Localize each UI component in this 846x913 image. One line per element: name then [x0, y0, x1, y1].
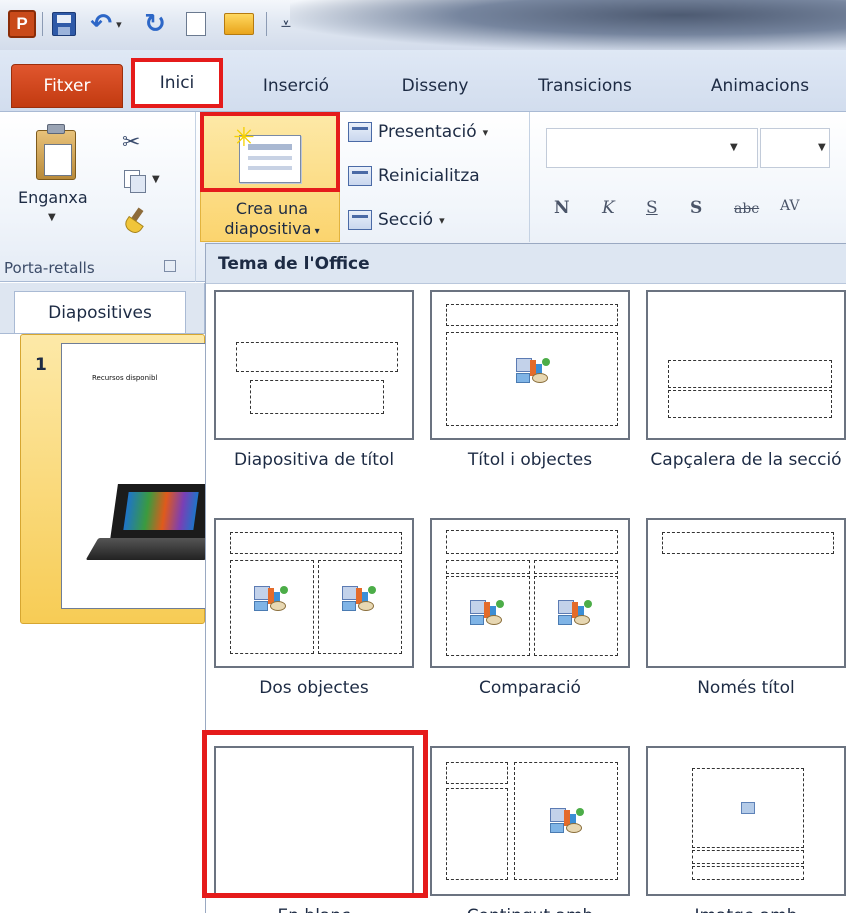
tab-animations[interactable]: Animacions — [690, 64, 830, 108]
layout-label: Diapositiva de títol — [233, 450, 395, 470]
content-placeholder-icon — [550, 808, 584, 834]
italic-button[interactable]: K — [602, 198, 615, 218]
content-placeholder-icon — [558, 600, 592, 626]
slides-list: 1 Recursos disponibl — [0, 333, 219, 913]
tab-file[interactable]: Fitxer — [11, 64, 123, 108]
content-placeholder-icon — [254, 586, 288, 612]
paste-icon[interactable] — [36, 124, 76, 180]
new-slide-label: Crea una diapositiva ▾ — [224, 199, 320, 238]
scissors-icon[interactable]: ✂ — [122, 130, 140, 155]
tab-transitions[interactable]: Transicions — [520, 64, 650, 108]
layout-thumbnail — [430, 746, 630, 896]
underline-button[interactable]: S — [646, 198, 658, 218]
bold-button[interactable]: N — [554, 198, 570, 218]
layout-label: Capçalera de la secció — [650, 450, 842, 470]
layout-label: Contingut amb — [422, 904, 638, 913]
layout-label: Comparació — [479, 678, 581, 698]
layout-icon — [348, 122, 372, 142]
section-button[interactable]: Secció ▾ — [348, 204, 445, 236]
chevron-down-icon[interactable]: ▼ — [818, 142, 826, 153]
toolbar-separator — [42, 12, 43, 36]
save-icon[interactable] — [50, 10, 78, 38]
paste-button[interactable]: Enganxa — [18, 188, 88, 207]
layout-button[interactable]: Presentació ▾ — [348, 116, 488, 148]
picture-placeholder-icon — [741, 802, 755, 814]
layout-thumbnail — [214, 518, 414, 668]
tab-home[interactable]: Inici — [131, 58, 223, 108]
font-group: ▼ ▼ N K S S abc AV — [530, 112, 846, 242]
content-placeholder-icon — [516, 358, 550, 384]
chevron-down-icon: ▾ — [482, 125, 489, 139]
undo-icon[interactable]: ↶ ▾ — [86, 9, 126, 39]
layout-thumbnail — [430, 290, 630, 440]
slides-pane: Diapositives 1 Recursos disponibl — [0, 283, 219, 913]
laptop-image — [85, 484, 219, 564]
font-name-input[interactable] — [546, 128, 758, 168]
new-document-icon[interactable] — [182, 10, 210, 38]
layout-label: Presentació — [378, 122, 477, 142]
slide-preview-title: Recursos disponibl — [92, 374, 158, 382]
tab-slides[interactable]: Diapositives — [14, 291, 186, 333]
reset-label: Reinicialitza — [378, 166, 480, 186]
layout-label: Dos objectes — [259, 678, 369, 698]
layout-thumbnail — [646, 290, 846, 440]
section-label: Secció — [378, 210, 434, 230]
strikethrough-button[interactable]: abc — [734, 201, 759, 217]
content-placeholder-icon — [342, 586, 376, 612]
chevron-down-icon: ▾ — [439, 213, 445, 227]
highlight-blank-layout — [202, 730, 428, 898]
chevron-down-icon[interactable]: ▼ — [152, 174, 160, 185]
tab-design[interactable]: Disseny — [390, 64, 480, 108]
layout-label: En blanc — [206, 904, 422, 913]
gallery-header: Tema de l'Office — [206, 244, 846, 284]
chevron-down-icon[interactable]: ▼ — [730, 142, 738, 153]
reset-button[interactable]: Reinicialitza — [348, 160, 480, 192]
content-placeholder-icon — [470, 600, 504, 626]
layout-label: Títol i objectes — [467, 450, 593, 470]
character-spacing-button[interactable]: AV — [780, 198, 800, 214]
section-icon — [348, 210, 372, 230]
chevron-down-icon[interactable]: ▾ — [311, 226, 320, 237]
highlight-new-slide — [200, 112, 340, 192]
format-painter-icon[interactable] — [122, 207, 150, 237]
layout-label: Imatge amb — [638, 904, 846, 913]
quick-access-toolbar: P ↶ ▾ ↻ ⩡ — [0, 0, 846, 50]
layout-thumbnail — [430, 518, 630, 668]
toolbar-separator — [266, 12, 267, 36]
powerpoint-logo-icon[interactable]: P — [8, 10, 36, 38]
clipboard-group: Enganxa ▼ ✂ ▼ Porta-retalls — [0, 112, 196, 282]
tab-insert[interactable]: Inserció — [246, 64, 346, 108]
layout-thumbnail — [646, 518, 846, 668]
layout-thumbnail — [646, 746, 846, 896]
title-bar-background — [290, 0, 846, 50]
dialog-launcher-icon[interactable] — [164, 260, 176, 272]
shadow-button[interactable]: S — [690, 198, 702, 218]
slide-thumbnail[interactable]: 1 Recursos disponibl — [20, 334, 219, 624]
copy-icon[interactable] — [124, 170, 148, 193]
customize-toolbar-icon[interactable]: ⩡ — [276, 10, 296, 38]
slide-number: 1 — [35, 355, 47, 375]
ribbon-tabs: Fitxer Inici Inserció Disseny Transicion… — [0, 50, 846, 112]
open-folder-icon[interactable] — [222, 10, 256, 38]
layout-thumbnail — [214, 290, 414, 440]
redo-icon[interactable]: ↻ — [140, 9, 170, 39]
slide-preview: Recursos disponibl — [61, 343, 219, 609]
reset-icon — [348, 166, 372, 186]
chevron-down-icon[interactable]: ▼ — [48, 212, 56, 223]
layout-label: Només títol — [697, 678, 795, 698]
